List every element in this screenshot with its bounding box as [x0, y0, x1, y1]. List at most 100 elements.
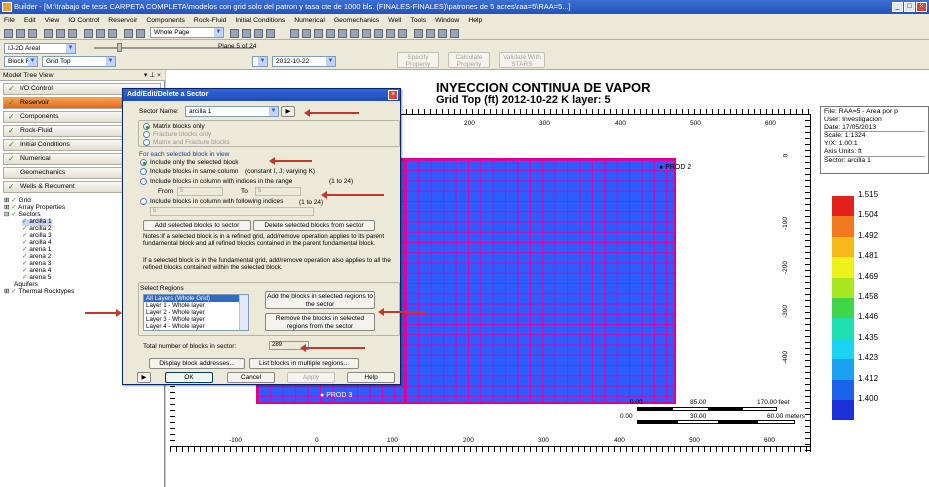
- menu-rock-fluid[interactable]: Rock-Fluid: [194, 17, 226, 24]
- grid-icon[interactable]: [242, 29, 251, 38]
- areal-view-select[interactable]: IJ-2D Areal ▼: [4, 43, 76, 54]
- menu-well[interactable]: Well: [388, 17, 401, 24]
- from-field[interactable]: 5: [177, 187, 223, 196]
- to-field[interactable]: 5: [255, 187, 301, 196]
- help-button[interactable]: Help: [347, 372, 395, 383]
- well-prod-3[interactable]: ● PROD 3: [320, 392, 352, 399]
- date-select[interactable]: 2012-10-22 ▼: [272, 56, 336, 67]
- include-only-radio[interactable]: [140, 159, 147, 166]
- specify-property-button[interactable]: Specify Property: [397, 52, 439, 68]
- fill-select[interactable]: Block Fill ▼: [4, 56, 38, 67]
- include-column-radio[interactable]: [140, 168, 147, 175]
- scale-bar-feet: [637, 407, 777, 411]
- zoom-out-icon[interactable]: [374, 29, 383, 38]
- menu-tools[interactable]: Tools: [410, 17, 426, 24]
- minimize-button[interactable]: _: [892, 2, 903, 12]
- delete-selected-button[interactable]: Delete selected blocks from sector: [253, 220, 375, 231]
- cancel-button[interactable]: Cancel: [227, 372, 275, 383]
- ok-button[interactable]: OK: [165, 372, 213, 383]
- include-following-radio[interactable]: [140, 198, 147, 205]
- menu-initial-conditions[interactable]: Initial Conditions: [235, 17, 285, 24]
- zoom-icon[interactable]: [124, 29, 133, 38]
- list-blocks-button[interactable]: List blocks in multiple regions...: [249, 358, 359, 369]
- following-indices-field[interactable]: 5: [150, 207, 314, 216]
- layer-icon[interactable]: [426, 29, 435, 38]
- regions-listbox[interactable]: All Layers (Whole Grid) Layer 1 - Whole …: [143, 294, 249, 331]
- open-file-icon[interactable]: [16, 29, 25, 38]
- tree-item-thermal-rocktypes[interactable]: ⊞ ✓ Thermal Rocktypes: [4, 288, 74, 296]
- draw-icon[interactable]: [314, 29, 323, 38]
- menu-io-control[interactable]: IO Control: [68, 17, 99, 24]
- zoom-in-icon[interactable]: [362, 29, 371, 38]
- region-item[interactable]: Layer 3 - Whole layer: [144, 316, 248, 323]
- move-icon[interactable]: [338, 29, 347, 38]
- section-icon[interactable]: [438, 29, 447, 38]
- undo-icon[interactable]: [96, 29, 105, 38]
- well-icon[interactable]: [414, 29, 423, 38]
- panel-pin-icon[interactable]: ▾ ⊥ ×: [144, 70, 161, 81]
- rotate-icon[interactable]: [386, 29, 395, 38]
- menu-window[interactable]: Window: [435, 17, 459, 24]
- copy-icon[interactable]: [56, 29, 65, 38]
- 3d-view-icon[interactable]: [398, 29, 407, 38]
- region-item[interactable]: Layer 1 - Whole layer: [144, 302, 248, 309]
- annotation-arrow: [85, 309, 122, 317]
- regions-scrollbar[interactable]: [239, 295, 248, 330]
- grid-property-select[interactable]: Grid Top ▼: [42, 56, 116, 67]
- view-select[interactable]: Whole Page ▼: [150, 27, 224, 38]
- edit-icon[interactable]: [302, 29, 311, 38]
- remove-regions-button[interactable]: Remove the blocks in selected regions fr…: [265, 313, 375, 331]
- probe-icon[interactable]: [450, 29, 459, 38]
- select-icon[interactable]: [290, 29, 299, 38]
- paste-icon[interactable]: [68, 29, 77, 38]
- save-icon[interactable]: [28, 29, 37, 38]
- menu-components[interactable]: Components: [146, 17, 185, 24]
- menu-help[interactable]: Help: [468, 17, 482, 24]
- region-item[interactable]: All Layers (Whole Grid): [144, 295, 248, 302]
- table-icon[interactable]: [254, 29, 263, 38]
- menu-file[interactable]: File: [4, 17, 15, 24]
- menu-view[interactable]: View: [45, 17, 60, 24]
- calculate-property-button[interactable]: Calculate Property: [448, 52, 490, 68]
- plane-slider-thumb[interactable]: [117, 43, 122, 52]
- menu-edit[interactable]: Edit: [24, 17, 36, 24]
- plane-select[interactable]: ▼: [252, 56, 268, 67]
- apply-button[interactable]: Apply: [287, 372, 335, 383]
- help-pointer-icon[interactable]: ▶: [137, 372, 151, 383]
- include-only-label: Include only the selected block: [150, 159, 239, 166]
- matrix-fracture-radio[interactable]: [143, 139, 150, 146]
- scale-feet-0: 0.00: [630, 399, 643, 406]
- dialog-close-button[interactable]: ×: [388, 90, 398, 100]
- include-range-radio[interactable]: [140, 178, 147, 185]
- region-item[interactable]: Layer 4 - Whole layer: [144, 323, 248, 330]
- sector-name-select[interactable]: arcilla 1 ▼: [185, 106, 279, 117]
- add-regions-button[interactable]: Add the blocks in selected regions to th…: [265, 291, 375, 309]
- y-tick: -100: [782, 216, 790, 231]
- menu-numerical[interactable]: Numerical: [294, 17, 325, 24]
- matrix-only-radio[interactable]: [143, 123, 150, 130]
- validate-stars-button[interactable]: Validate With STARS: [499, 52, 545, 68]
- lasso-icon[interactable]: [326, 29, 335, 38]
- pointer-icon[interactable]: [136, 29, 145, 38]
- print-icon[interactable]: [84, 29, 93, 38]
- menu-reservoir[interactable]: Reservoir: [108, 17, 137, 24]
- legend-value: 1.458: [858, 292, 879, 301]
- well-prod-2[interactable]: ● PROD 2: [659, 164, 691, 171]
- refresh-icon[interactable]: [266, 29, 275, 38]
- add-selected-button[interactable]: Add selected blocks to sector: [143, 220, 251, 231]
- info-scale: Scale: 1:1324: [824, 131, 925, 140]
- sector-next-button[interactable]: ▶: [281, 106, 295, 117]
- fracture-only-radio[interactable]: [143, 131, 150, 138]
- grid-block-area[interactable]: [404, 158, 676, 404]
- close-button[interactable]: ×: [916, 2, 927, 12]
- pan-icon[interactable]: [350, 29, 359, 38]
- new-file-icon[interactable]: [4, 29, 13, 38]
- display-addresses-button[interactable]: Display block addresses...: [149, 358, 245, 369]
- cut-icon[interactable]: [44, 29, 53, 38]
- redo-icon[interactable]: [108, 29, 117, 38]
- menu-geomechanics[interactable]: Geomechanics: [334, 17, 379, 24]
- chart-icon[interactable]: [230, 29, 239, 38]
- include-following-label: Include blocks in column with following …: [150, 198, 284, 205]
- maximize-button[interactable]: □: [904, 2, 915, 12]
- region-item[interactable]: Layer 2 - Whole layer: [144, 309, 248, 316]
